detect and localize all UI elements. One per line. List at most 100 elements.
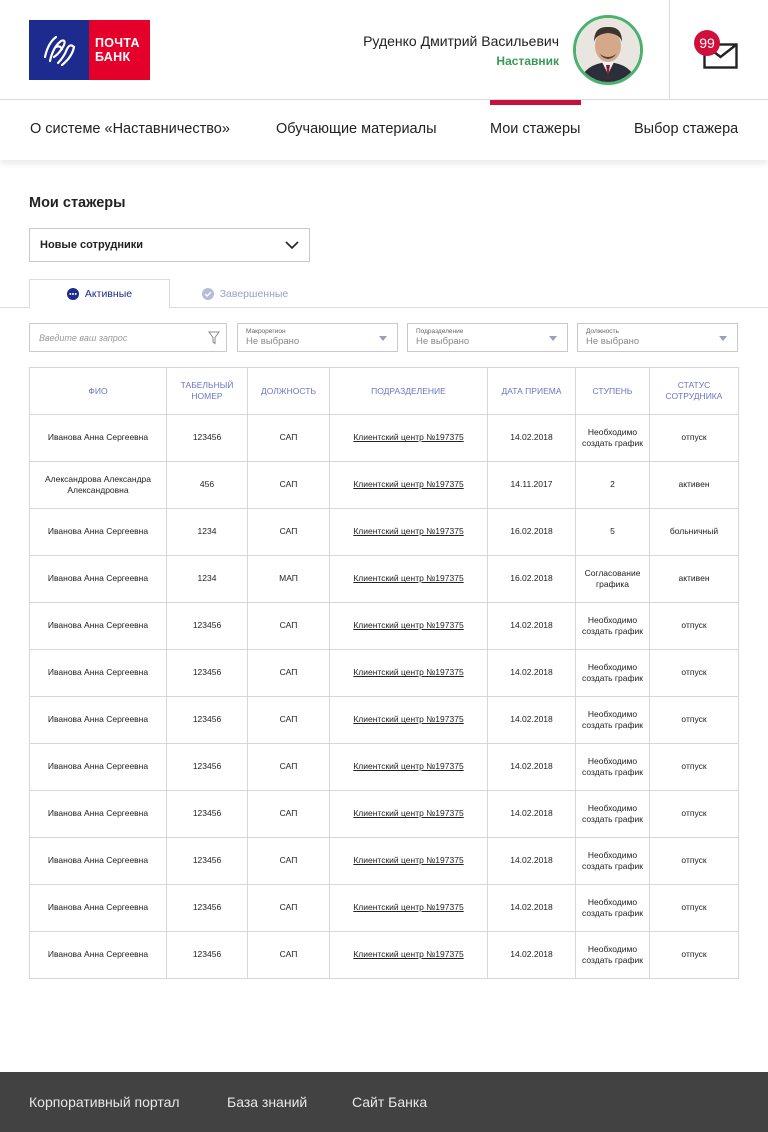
table-row[interactable]: Иванова Анна Сергеевна 1234 САП Клиентский …: [29, 508, 739, 556]
table-row[interactable]: Иванова Анна Сергеевна 123456 САП Клиентски…: [29, 790, 739, 838]
col-header-status[interactable]: Статус сотрудника: [649, 367, 739, 415]
position-value: Не выбрано: [586, 336, 640, 347]
cell-department: Клиентский центр №197375: [329, 602, 488, 650]
main-nav: О системе «Наставничество» Обучающие мат…: [0, 100, 768, 160]
department-link[interactable]: Клиентский центр №197375: [353, 714, 463, 724]
page-title: Мои стажеры: [29, 195, 126, 211]
user-avatar[interactable]: [573, 15, 643, 85]
cell-department: Клиентский центр №197375: [329, 931, 488, 979]
table-row[interactable]: Иванова Анна Сергеевна 123456 САП Клиентски…: [29, 884, 739, 932]
cell-stage: Необходимо создать график: [575, 414, 650, 462]
table-row[interactable]: Иванова Анна Сергеевна 123456 САП Клиентски…: [29, 602, 739, 650]
header: ПОЧТА БАНК Руденко Дмитрий Васильевич На…: [0, 0, 768, 100]
cell-hire-date: 14.02.2018: [487, 696, 576, 744]
table-row[interactable]: Иванова Анна Сергеевна 123456 САП Клиентски…: [29, 696, 739, 744]
col-header-position[interactable]: Должность: [247, 367, 330, 415]
footer-link-bank-site[interactable]: Сайт Банка: [352, 1094, 427, 1110]
group-select[interactable]: Новые сотрудники: [29, 228, 310, 262]
cell-hire-date: 14.02.2018: [487, 414, 576, 462]
department-link[interactable]: Клиентский центр №197375: [353, 667, 463, 677]
department-link[interactable]: Клиентский центр №197375: [353, 620, 463, 630]
search-input[interactable]: Введите ваш запрос: [29, 323, 227, 352]
chevron-down-icon: [285, 241, 299, 250]
department-link[interactable]: Клиентский центр №197375: [353, 902, 463, 912]
col-header-stage[interactable]: Ступень: [575, 367, 650, 415]
cell-name: Иванова Анна Сергеевна: [29, 602, 167, 650]
cell-name: Иванова Анна Сергеевна: [29, 837, 167, 885]
position-dropdown[interactable]: Должность Не выбрано: [577, 323, 738, 352]
cell-status: активен: [649, 461, 739, 509]
cell-department: Клиентский центр №197375: [329, 508, 488, 556]
cell-name: Иванова Анна Сергеевна: [29, 696, 167, 744]
department-link[interactable]: Клиентский центр №197375: [353, 432, 463, 442]
cell-stage: 5: [575, 508, 650, 556]
table-row[interactable]: Иванова Анна Сергеевна 1234 МАП Клиентский …: [29, 555, 739, 603]
tab-active-label: Активные: [84, 288, 133, 300]
nav-item-about[interactable]: О системе «Наставничество»: [30, 121, 230, 137]
cell-tab-number: 456: [166, 461, 248, 509]
cell-position: САП: [247, 696, 330, 744]
col-header-department[interactable]: Подразделение: [329, 367, 488, 415]
footer-link-knowledge[interactable]: База знаний: [227, 1094, 307, 1110]
col-header-tab-number[interactable]: Табельный номер: [166, 367, 248, 415]
bank-logo[interactable]: ПОЧТА БАНК: [29, 20, 150, 80]
cell-department: Клиентский центр №197375: [329, 837, 488, 885]
department-link[interactable]: Клиентский центр №197375: [353, 949, 463, 959]
department-link[interactable]: Клиентский центр №197375: [353, 808, 463, 818]
department-dropdown[interactable]: Подразделение Не выбрано: [407, 323, 568, 352]
department-link[interactable]: Клиентский центр №197375: [353, 479, 463, 489]
macroregion-dropdown[interactable]: Макрорегион Не выбрано: [237, 323, 398, 352]
nav-item-my-trainees[interactable]: Мои стажеры: [490, 121, 580, 137]
cell-status: отпуск: [649, 649, 739, 697]
dropdown-arrow-icon: [379, 336, 387, 341]
tab-completed[interactable]: Завершенные: [170, 279, 320, 308]
filter-icon[interactable]: [208, 331, 220, 345]
cell-status: отпуск: [649, 696, 739, 744]
cell-stage: Необходимо создать график: [575, 790, 650, 838]
cell-position: САП: [247, 884, 330, 932]
department-link[interactable]: Клиентский центр №197375: [353, 855, 463, 865]
cell-stage: Необходимо создать график: [575, 602, 650, 650]
department-label: Подразделение: [416, 328, 464, 335]
col-header-hire-date[interactable]: Дата приема: [487, 367, 576, 415]
cell-hire-date: 14.02.2018: [487, 884, 576, 932]
cell-hire-date: 14.11.2017: [487, 461, 576, 509]
cell-hire-date: 14.02.2018: [487, 837, 576, 885]
cell-status: активен: [649, 555, 739, 603]
cell-tab-number: 123456: [166, 884, 248, 932]
department-link[interactable]: Клиентский центр №197375: [353, 526, 463, 536]
search-placeholder: Введите ваш запрос: [39, 333, 128, 343]
group-select-value: Новые сотрудники: [40, 239, 144, 251]
table-row[interactable]: Иванова Анна Сергеевна 123456 САП Клиентски…: [29, 649, 739, 697]
nav-item-choose-trainee[interactable]: Выбор стажера: [634, 121, 738, 137]
footer: Корпоративный портал База знаний Сайт Ба…: [0, 1072, 768, 1132]
cell-position: САП: [247, 602, 330, 650]
macroregion-label: Макрорегион: [246, 328, 286, 335]
cell-position: САП: [247, 790, 330, 838]
cell-hire-date: 14.02.2018: [487, 649, 576, 697]
table-row[interactable]: Иванова Анна Сергеевна 123456 САП Клиентски…: [29, 414, 739, 462]
table-row[interactable]: Иванова Анна Сергеевна 123456 САП Клиентски…: [29, 743, 739, 791]
nav-item-materials[interactable]: Обучающие материалы: [276, 121, 437, 137]
table-body: Иванова Анна Сергеевна 123456 САП Клиентски…: [29, 414, 739, 979]
table-row[interactable]: Иванова Анна Сергеевна 123456 САП Клиентски…: [29, 837, 739, 885]
cell-position: САП: [247, 508, 330, 556]
col-header-name[interactable]: ФИО: [29, 367, 167, 415]
cell-position: САП: [247, 743, 330, 791]
tab-active[interactable]: Активные: [29, 279, 170, 309]
department-link[interactable]: Клиентский центр №197375: [353, 573, 463, 583]
cell-name: Иванова Анна Сергеевна: [29, 790, 167, 838]
cell-department: Клиентский центр №197375: [329, 790, 488, 838]
footer-link-portal[interactable]: Корпоративный портал: [29, 1094, 180, 1110]
table-row[interactable]: Александрова Александра Александровна 456…: [29, 461, 739, 509]
cell-stage: Необходимо создать график: [575, 884, 650, 932]
logo-text: ПОЧТА БАНК: [89, 20, 150, 80]
table-row[interactable]: Иванова Анна Сергеевна 123456 САП Клиентски…: [29, 931, 739, 979]
department-link[interactable]: Клиентский центр №197375: [353, 761, 463, 771]
cell-stage: Необходимо создать график: [575, 696, 650, 744]
cell-department: Клиентский центр №197375: [329, 461, 488, 509]
notification-badge: 99: [694, 30, 720, 56]
more-dots-icon: [66, 288, 79, 300]
cell-name: Иванова Анна Сергеевна: [29, 931, 167, 979]
cell-hire-date: 14.02.2018: [487, 743, 576, 791]
